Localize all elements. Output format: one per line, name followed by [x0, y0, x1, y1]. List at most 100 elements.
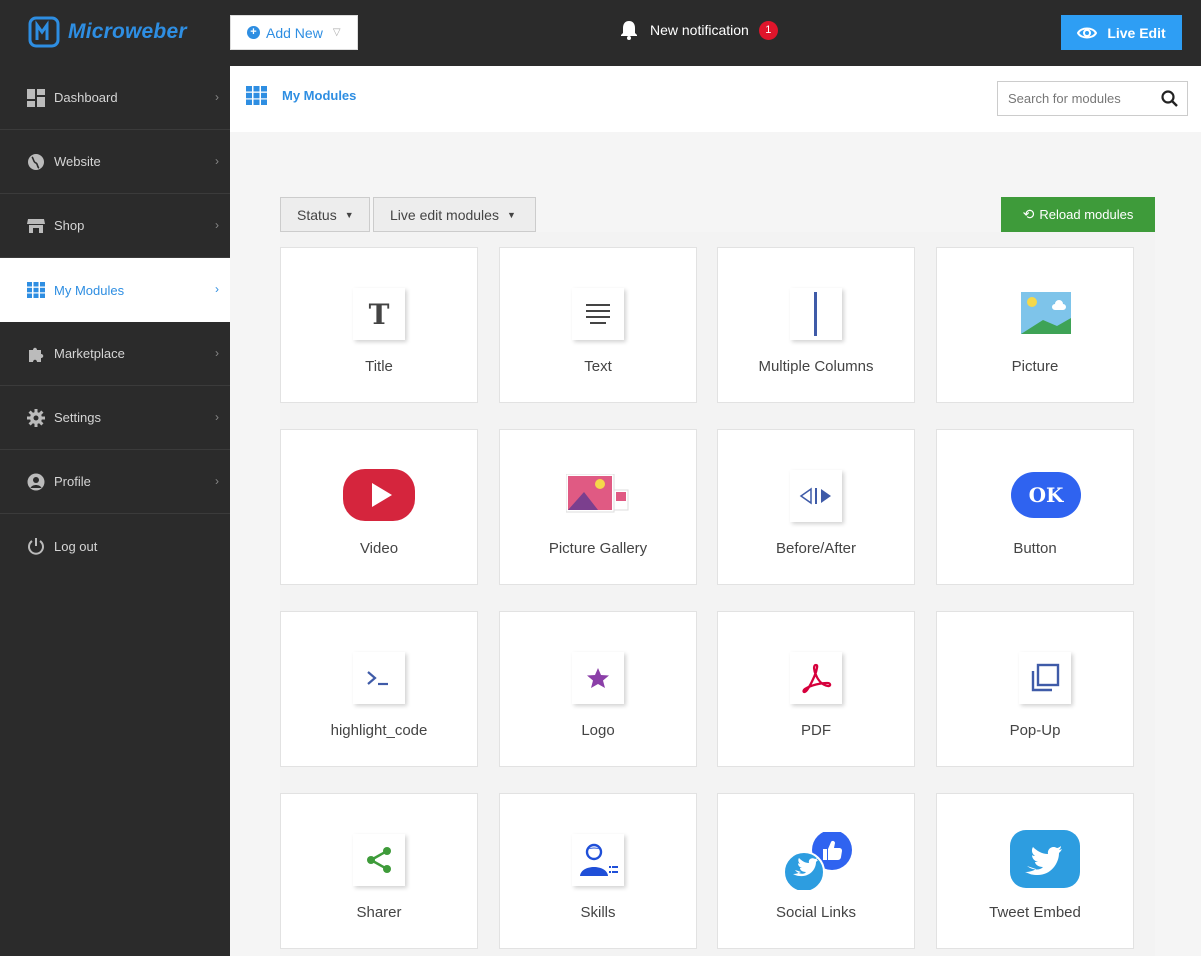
module-card-video[interactable]: Video — [280, 429, 478, 585]
topbar: Microweber + Add New ▽ New notification … — [0, 0, 1201, 66]
status-dropdown-label: Status — [297, 206, 337, 223]
live-edit-button[interactable]: Live Edit — [1061, 15, 1182, 50]
puzzle-icon — [27, 345, 45, 363]
microweber-logo-icon — [28, 16, 60, 48]
logo-icon — [572, 652, 624, 704]
code-icon — [353, 652, 405, 704]
chevron-right-icon: › — [215, 282, 219, 296]
reload-modules-button[interactable]: ⟲ Reload modules — [1001, 197, 1155, 232]
module-label: Before/After — [775, 540, 857, 557]
module-card-pdf[interactable]: PDF — [717, 611, 915, 767]
live-edit-modules-label: Live edit modules — [390, 206, 499, 223]
sidebar-item-my-modules[interactable]: My Modules › — [0, 258, 230, 322]
module-label: Skills — [580, 904, 616, 921]
sidebar-item-website[interactable]: Website › — [0, 130, 230, 194]
module-label: Pop-Up — [1009, 722, 1061, 739]
sidebar-item-dashboard[interactable]: Dashboard › — [0, 66, 230, 130]
sidebar-item-label: My Modules — [54, 282, 125, 298]
module-label: Picture Gallery — [548, 540, 648, 557]
dashboard-icon — [27, 88, 45, 107]
live-edit-modules-dropdown[interactable]: Live edit modules ▼ — [373, 197, 536, 232]
sidebar-item-settings[interactable]: Settings › — [0, 386, 230, 450]
module-card-multiple-columns[interactable]: Multiple Columns — [717, 247, 915, 403]
module-card-title[interactable]: T Title — [280, 247, 478, 403]
module-card-pop-up[interactable]: Pop-Up — [936, 611, 1134, 767]
picture-icon — [1019, 286, 1073, 340]
chevron-right-icon: › — [215, 154, 219, 168]
sidebar-item-profile[interactable]: Profile › — [0, 450, 230, 514]
sidebar-item-label: Marketplace — [54, 346, 125, 361]
share-icon — [353, 834, 405, 886]
text-icon — [572, 288, 624, 340]
sidebar: Dashboard › Website › Shop › My Modules … — [0, 66, 230, 956]
bell-icon — [621, 21, 637, 40]
sidebar-item-label: Dashboard — [54, 90, 118, 105]
chevron-right-icon: › — [215, 90, 219, 104]
grid-icon — [246, 86, 267, 105]
popup-icon — [1019, 652, 1071, 704]
search-input[interactable] — [998, 82, 1148, 115]
module-card-picture[interactable]: Picture — [936, 247, 1134, 403]
twitter-icon — [1010, 830, 1080, 888]
sidebar-item-label: Profile — [54, 474, 91, 489]
module-label: Tweet Embed — [989, 904, 1081, 921]
search-icon[interactable] — [1161, 90, 1178, 112]
globe-icon — [27, 153, 45, 171]
module-card-button[interactable]: OK Button — [936, 429, 1134, 585]
page-title-text: My Modules — [282, 88, 357, 103]
module-label: Sharer — [356, 904, 402, 921]
caret-down-icon: ▼ — [506, 209, 516, 220]
module-label: Title — [365, 358, 393, 375]
brand-name: Microweber — [68, 20, 187, 43]
columns-icon — [790, 288, 842, 340]
module-card-logo[interactable]: Logo — [499, 611, 697, 767]
chevron-right-icon: › — [215, 410, 219, 424]
module-label: Logo — [581, 722, 615, 739]
module-card-before-after[interactable]: Before/After — [717, 429, 915, 585]
module-label: Multiple Columns — [758, 358, 874, 375]
notification-button[interactable]: New notification 1 — [620, 20, 778, 40]
user-circle-icon — [27, 473, 45, 491]
sidebar-item-label: Shop — [54, 218, 85, 233]
sidebar-item-shop[interactable]: Shop › — [0, 194, 230, 258]
module-card-sharer[interactable]: Sharer — [280, 793, 478, 949]
page-header: My Modules — [230, 66, 1201, 132]
module-label: PDF — [801, 722, 831, 739]
module-label: Social Links — [775, 904, 857, 921]
sidebar-item-logout[interactable]: Log out — [0, 514, 230, 578]
power-icon — [27, 537, 45, 555]
notification-label: New notification — [650, 22, 749, 38]
module-card-skills[interactable]: Skills — [499, 793, 697, 949]
module-card-text[interactable]: Text — [499, 247, 697, 403]
chevron-right-icon: › — [215, 346, 219, 360]
add-new-label: Add New — [266, 24, 323, 41]
title-icon: T — [353, 288, 405, 340]
sidebar-item-label: Website — [54, 154, 101, 169]
grid-icon — [27, 281, 45, 299]
live-edit-label: Live Edit — [1107, 24, 1166, 41]
module-card-highlight-code[interactable]: highlight_code — [280, 611, 478, 767]
gallery-icon — [566, 472, 632, 516]
caret-down-icon: ▼ — [344, 209, 354, 220]
module-card-social-links[interactable]: Social Links — [717, 793, 915, 949]
sidebar-item-label: Log out — [54, 538, 98, 554]
module-card-picture-gallery[interactable]: Picture Gallery — [499, 429, 697, 585]
module-search — [997, 81, 1188, 116]
before-after-icon — [790, 470, 842, 522]
module-label: Picture — [1011, 358, 1059, 375]
module-label: Button — [1013, 540, 1057, 557]
button-icon: OK — [1010, 472, 1082, 518]
svg-text:T: T — [369, 299, 390, 329]
status-dropdown[interactable]: Status ▼ — [280, 197, 370, 232]
add-new-button[interactable]: + Add New ▽ — [230, 15, 358, 50]
module-card-tweet-embed[interactable]: Tweet Embed — [936, 793, 1134, 949]
plus-icon: + — [247, 26, 260, 39]
sidebar-item-marketplace[interactable]: Marketplace › — [0, 322, 230, 386]
sidebar-item-label: Settings — [54, 410, 101, 425]
notification-badge: 1 — [758, 20, 778, 40]
eye-icon — [1077, 27, 1098, 38]
gear-icon — [27, 408, 45, 427]
brand[interactable]: Microweber — [28, 16, 187, 48]
module-label: highlight_code — [330, 722, 428, 739]
module-label: Text — [584, 358, 612, 375]
